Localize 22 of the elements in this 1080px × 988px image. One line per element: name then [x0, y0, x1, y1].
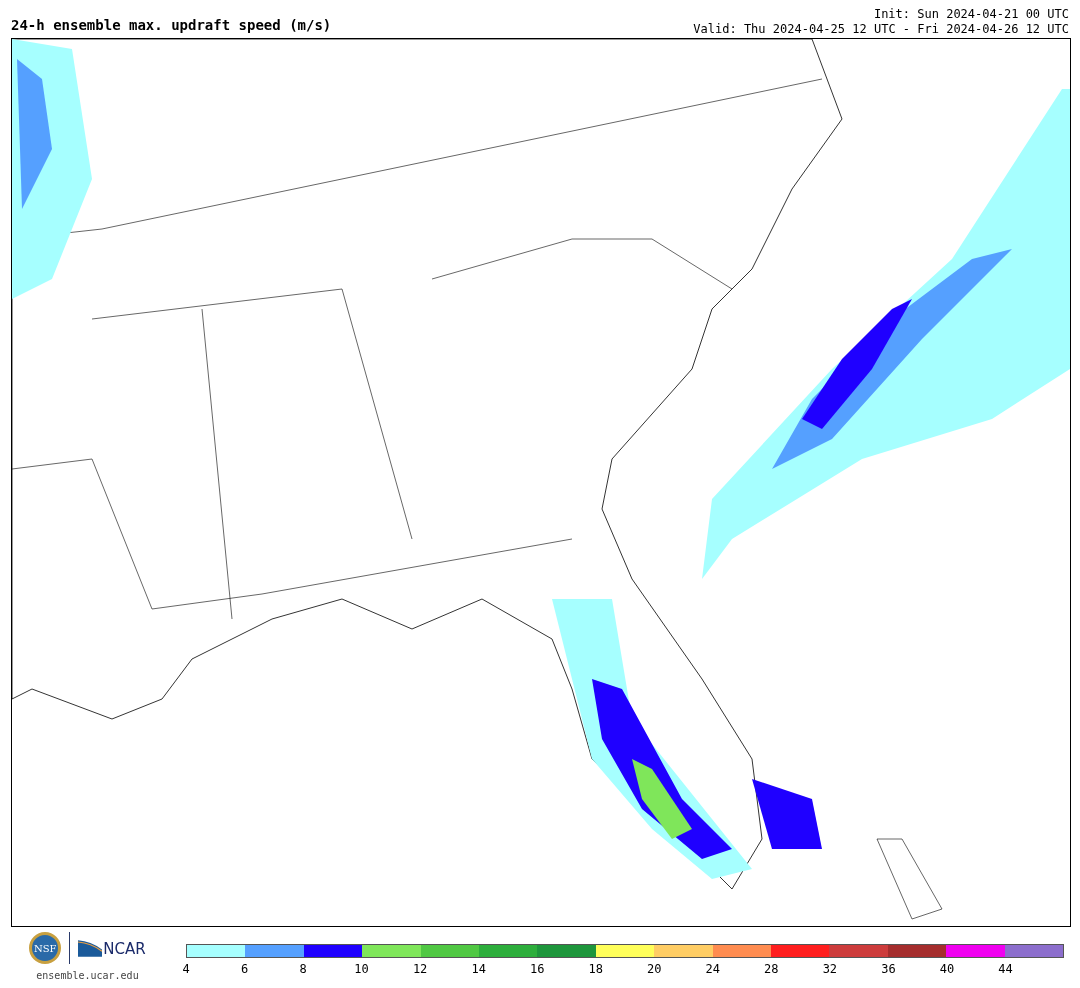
tick-label: 10 — [354, 962, 369, 976]
tick-label: 12 — [412, 962, 428, 976]
tick-label: 36 — [881, 962, 896, 976]
tick-label: 4 — [182, 962, 190, 976]
tick-label: 28 — [764, 962, 779, 976]
swoosh-icon — [78, 939, 103, 957]
site-link[interactable]: ensemble.ucar.edu — [36, 970, 139, 981]
chart-title: 24-h ensemble max. updraft speed (m/s) — [11, 17, 332, 33]
valid-time: Valid: Thu 2024-04-25 12 UTC - Fri 2024-04-26 12 UTC — [693, 22, 1069, 37]
tick-label: 32 — [822, 962, 838, 976]
logo-text: NCAR — [103, 941, 146, 957]
seal-logo: NSF — [29, 932, 62, 964]
tick-label: 44 — [998, 962, 1013, 976]
tick-label: 16 — [529, 962, 545, 976]
tick-label: 8 — [299, 962, 307, 976]
tick-label: 6 — [240, 962, 249, 976]
tick-label: 18 — [588, 962, 603, 976]
tick-label: 40 — [939, 962, 955, 976]
tick-label: 20 — [647, 962, 662, 976]
tick-label: 14 — [471, 962, 486, 976]
tick-label: 24 — [705, 962, 720, 976]
init-time: Init: Sun 2024-04-21 00 UTC — [873, 7, 1069, 22]
